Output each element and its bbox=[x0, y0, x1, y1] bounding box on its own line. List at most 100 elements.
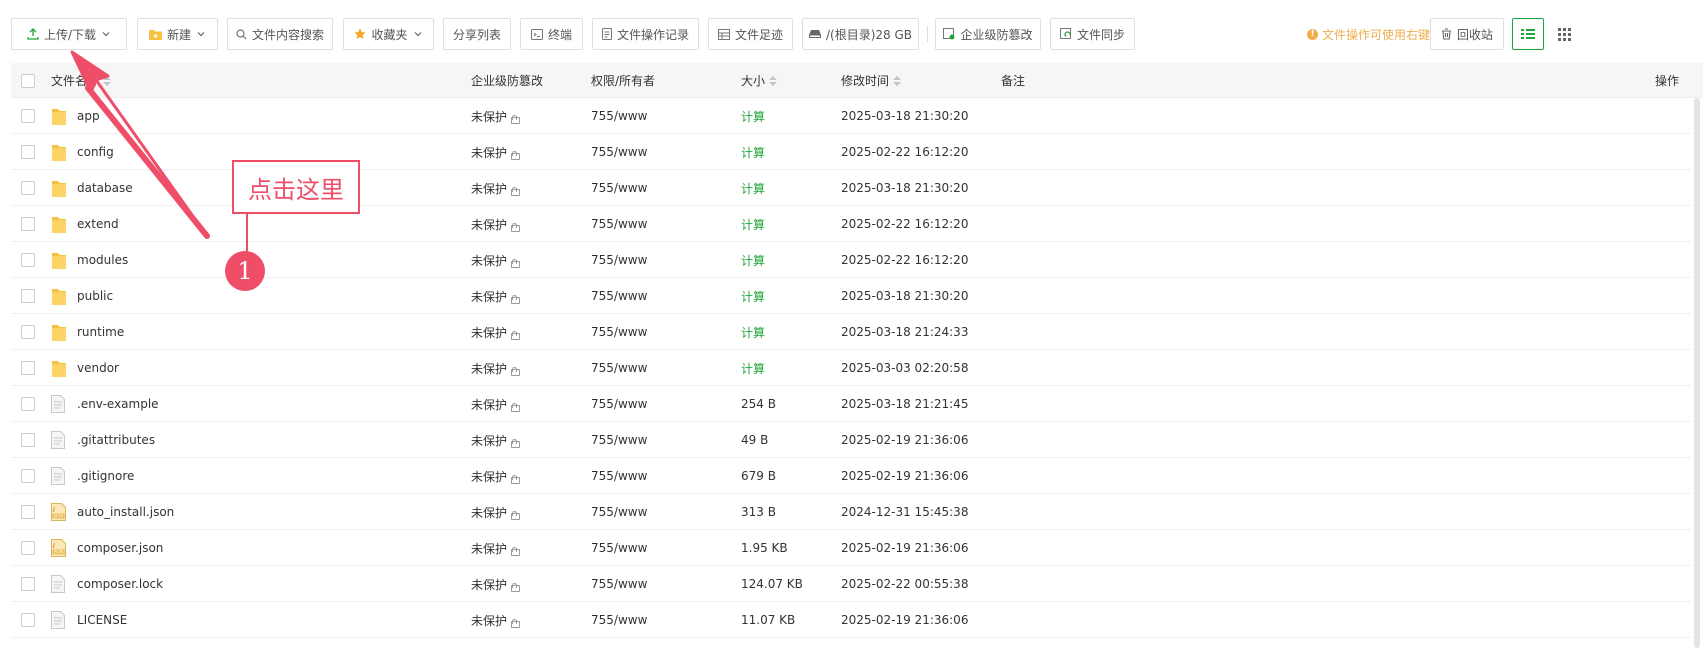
file-name[interactable]: extend bbox=[77, 217, 119, 231]
file-name-cell[interactable]: composer.lock bbox=[51, 566, 163, 602]
row-checkbox[interactable] bbox=[21, 181, 35, 195]
disk-button[interactable]: /(根目录)28 GB bbox=[802, 18, 919, 50]
grid-view-button[interactable] bbox=[1548, 18, 1580, 50]
file-name-cell[interactable]: extend bbox=[51, 206, 119, 242]
file-sync-button[interactable]: 文件同步 bbox=[1050, 18, 1135, 50]
table-row[interactable]: public 未保护 755/www 计算 2025-03-18 21:30:20 bbox=[11, 278, 1691, 314]
row-checkbox[interactable] bbox=[21, 397, 35, 411]
file-name-cell[interactable]: JSON composer.json bbox=[51, 530, 163, 566]
favorites-button[interactable]: 收藏夹 bbox=[343, 18, 434, 50]
file-name[interactable]: .gitignore bbox=[77, 469, 134, 483]
permission-cell[interactable]: 755/www bbox=[591, 494, 647, 530]
size-cell[interactable]: 计算 bbox=[741, 278, 765, 314]
file-name[interactable]: public bbox=[77, 289, 113, 303]
size-cell[interactable]: 计算 bbox=[741, 350, 765, 386]
size-cell[interactable]: 计算 bbox=[741, 242, 765, 278]
tamper-cell[interactable]: 未保护 bbox=[471, 458, 521, 494]
tamper-cell[interactable]: 未保护 bbox=[471, 422, 521, 458]
file-name[interactable]: composer.lock bbox=[77, 577, 163, 591]
permission-cell[interactable]: 755/www bbox=[591, 98, 647, 134]
permission-cell[interactable]: 755/www bbox=[591, 242, 647, 278]
file-name-cell[interactable]: runtime bbox=[51, 314, 124, 350]
file-name[interactable]: composer.json bbox=[77, 541, 163, 555]
tamper-cell[interactable]: 未保护 bbox=[471, 350, 521, 386]
table-row[interactable]: app 未保护 755/www 计算 2025-03-18 21:30:20 bbox=[11, 98, 1691, 134]
permission-cell[interactable]: 755/www bbox=[591, 602, 647, 638]
size-cell[interactable]: 计算 bbox=[741, 314, 765, 350]
share-list-button[interactable]: 分享列表 bbox=[443, 18, 511, 50]
terminal-button[interactable]: 终端 bbox=[520, 18, 583, 50]
tamper-cell[interactable]: 未保护 bbox=[471, 170, 521, 206]
file-name-cell[interactable]: LICENSE bbox=[51, 602, 127, 638]
file-name[interactable]: LICENSE bbox=[77, 613, 127, 627]
file-name[interactable]: modules bbox=[77, 253, 128, 267]
new-button[interactable]: 新建 bbox=[137, 18, 218, 50]
header-name[interactable]: 文件名称 bbox=[51, 63, 112, 98]
row-checkbox[interactable] bbox=[21, 433, 35, 447]
row-checkbox[interactable] bbox=[21, 505, 35, 519]
header-size[interactable]: 大小 bbox=[741, 63, 778, 98]
footprint-button[interactable]: 文件足迹 bbox=[708, 18, 793, 50]
file-name-cell[interactable]: app bbox=[51, 98, 100, 134]
file-name-cell[interactable]: database bbox=[51, 170, 133, 206]
vertical-scrollbar[interactable] bbox=[1694, 98, 1700, 648]
table-row[interactable]: .gitignore 未保护 755/www 679 B 2025-02-19 21:3… bbox=[11, 458, 1691, 494]
size-cell[interactable]: 计算 bbox=[741, 206, 765, 242]
permission-cell[interactable]: 755/www bbox=[591, 422, 647, 458]
row-checkbox[interactable] bbox=[21, 613, 35, 627]
file-name-cell[interactable]: .gitignore bbox=[51, 458, 134, 494]
permission-cell[interactable]: 755/www bbox=[591, 566, 647, 602]
calculate-size-link[interactable]: 计算 bbox=[741, 108, 765, 125]
tamper-cell[interactable]: 未保护 bbox=[471, 602, 521, 638]
row-checkbox[interactable] bbox=[21, 577, 35, 591]
row-checkbox[interactable] bbox=[21, 325, 35, 339]
table-row[interactable]: JSON composer.json 未保护 755/www 1.95 KB 2025-0… bbox=[11, 530, 1691, 566]
calculate-size-link[interactable]: 计算 bbox=[741, 360, 765, 377]
content-search-button[interactable]: 文件内容搜索 bbox=[227, 18, 333, 50]
upload-download-button[interactable]: 上传/下载 bbox=[11, 18, 127, 50]
file-name-cell[interactable]: modules bbox=[51, 242, 128, 278]
table-row[interactable]: .gitattributes 未保护 755/www 49 B 2025-02-19 2… bbox=[11, 422, 1691, 458]
tamper-cell[interactable]: 未保护 bbox=[471, 494, 521, 530]
list-view-button[interactable] bbox=[1512, 18, 1544, 50]
row-checkbox[interactable] bbox=[21, 289, 35, 303]
table-row[interactable]: .env-example 未保护 755/www 254 B 2025-03-18 21… bbox=[11, 386, 1691, 422]
tamper-cell[interactable]: 未保护 bbox=[471, 206, 521, 242]
permission-cell[interactable]: 755/www bbox=[591, 386, 647, 422]
tamper-cell[interactable]: 未保护 bbox=[471, 386, 521, 422]
header-mtime[interactable]: 修改时间 bbox=[841, 63, 902, 98]
table-row[interactable]: vendor 未保护 755/www 计算 2025-03-03 02:20:58 bbox=[11, 350, 1691, 386]
permission-cell[interactable]: 755/www bbox=[591, 458, 647, 494]
file-name-cell[interactable]: .gitattributes bbox=[51, 422, 155, 458]
calculate-size-link[interactable]: 计算 bbox=[741, 288, 765, 305]
file-name[interactable]: vendor bbox=[77, 361, 119, 375]
calculate-size-link[interactable]: 计算 bbox=[741, 144, 765, 161]
row-checkbox[interactable] bbox=[21, 109, 35, 123]
table-row[interactable]: JSON auto_install.json 未保护 755/www 313 B 2024… bbox=[11, 494, 1691, 530]
size-cell[interactable]: 计算 bbox=[741, 170, 765, 206]
tamper-cell[interactable]: 未保护 bbox=[471, 242, 521, 278]
file-name-cell[interactable]: .env-example bbox=[51, 386, 159, 422]
file-name[interactable]: .gitattributes bbox=[77, 433, 155, 447]
row-checkbox[interactable] bbox=[21, 361, 35, 375]
tamper-cell[interactable]: 未保护 bbox=[471, 134, 521, 170]
tamper-cell[interactable]: 未保护 bbox=[471, 98, 521, 134]
permission-cell[interactable]: 755/www bbox=[591, 206, 647, 242]
permission-cell[interactable]: 755/www bbox=[591, 314, 647, 350]
permission-cell[interactable]: 755/www bbox=[591, 170, 647, 206]
size-cell[interactable]: 计算 bbox=[741, 98, 765, 134]
file-name[interactable]: app bbox=[77, 109, 100, 123]
recycle-bin-button[interactable]: 回收站 bbox=[1430, 18, 1504, 50]
file-name-cell[interactable]: JSON auto_install.json bbox=[51, 494, 174, 530]
file-name-cell[interactable]: config bbox=[51, 134, 114, 170]
tamper-cell[interactable]: 未保护 bbox=[471, 278, 521, 314]
tamper-proof-button[interactable]: 企业级防篡改 bbox=[935, 18, 1041, 50]
permission-cell[interactable]: 755/www bbox=[591, 134, 647, 170]
permission-cell[interactable]: 755/www bbox=[591, 350, 647, 386]
calculate-size-link[interactable]: 计算 bbox=[741, 180, 765, 197]
row-checkbox[interactable] bbox=[21, 469, 35, 483]
size-cell[interactable]: 计算 bbox=[741, 134, 765, 170]
permission-cell[interactable]: 755/www bbox=[591, 530, 647, 566]
operation-log-button[interactable]: 文件操作记录 bbox=[592, 18, 699, 50]
file-name[interactable]: database bbox=[77, 181, 133, 195]
